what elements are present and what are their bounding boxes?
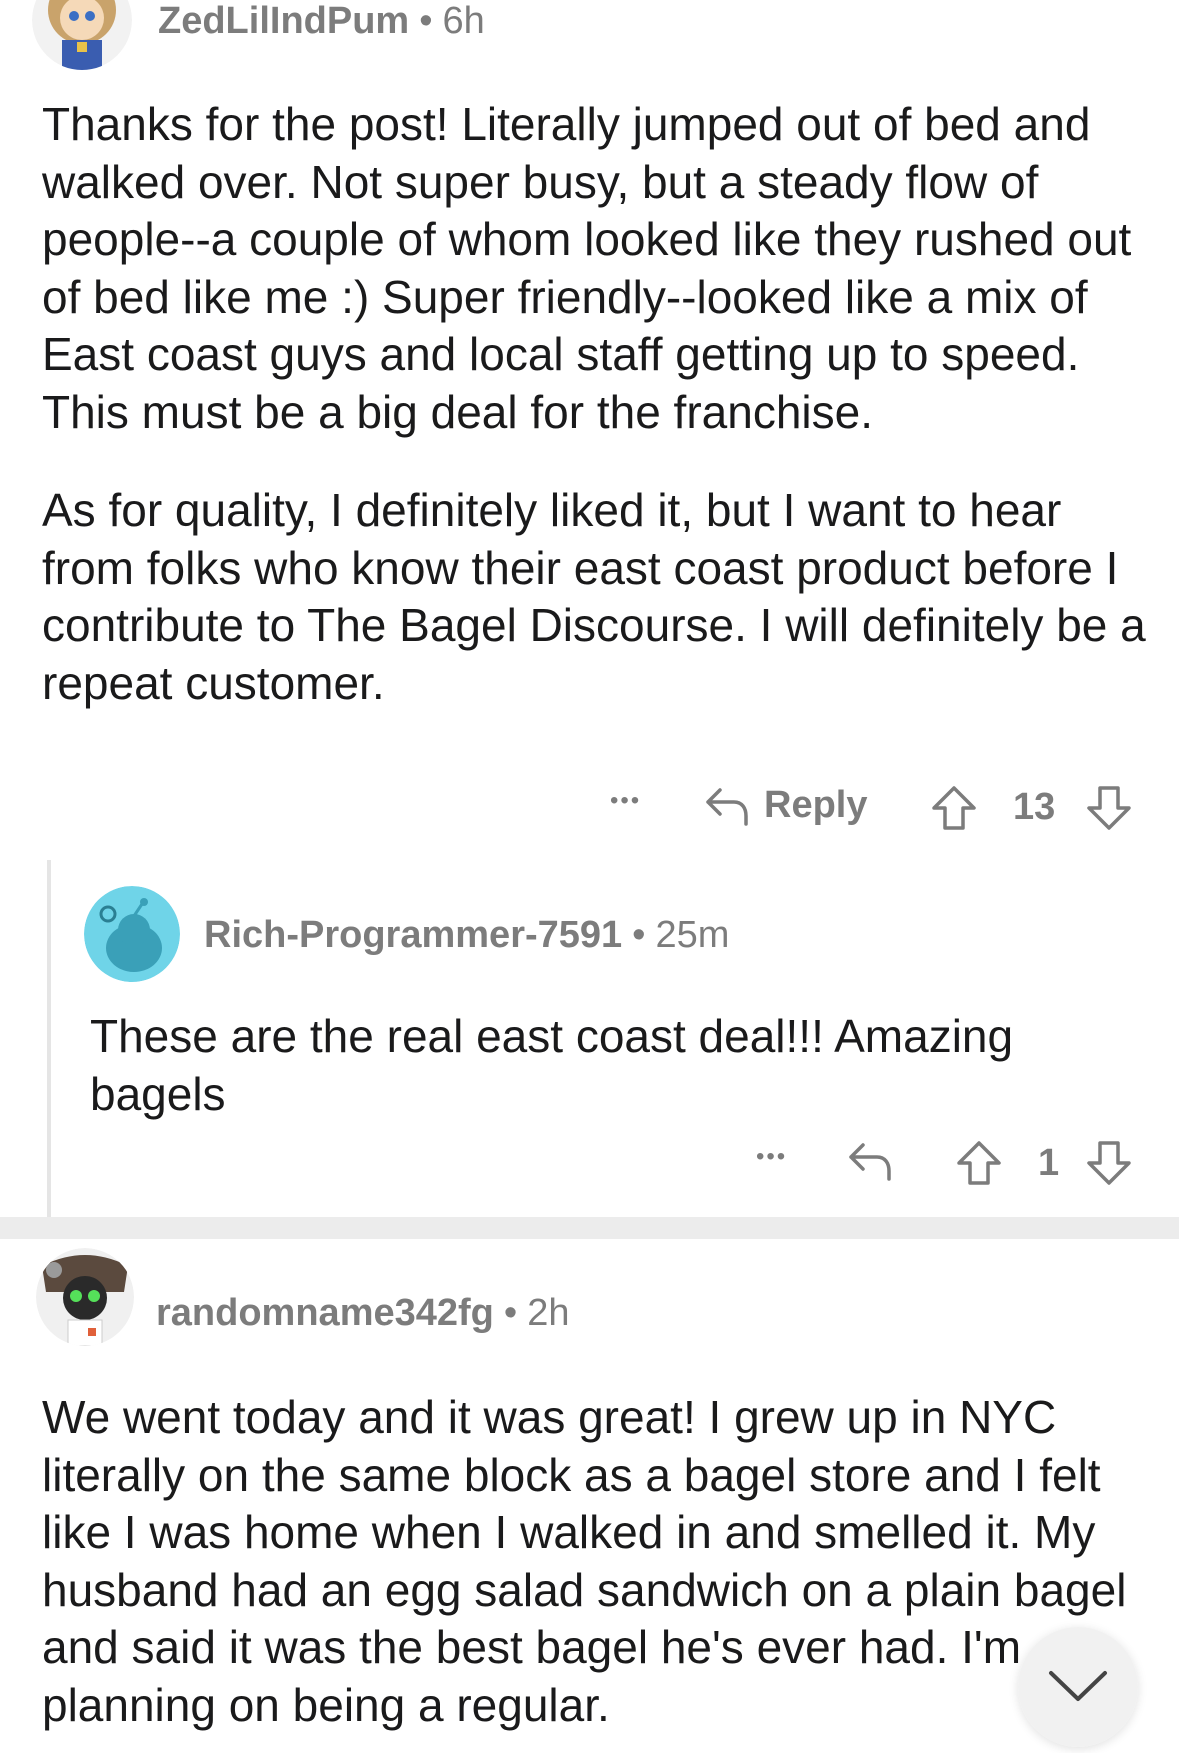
comment-paragraph: We went today and it was great! I grew u…: [42, 1391, 1127, 1731]
vote-score: 1: [1038, 1142, 1060, 1184]
vote-score: 13: [1013, 786, 1056, 828]
comment-username-line: ZedLilIndPum • 6h: [158, 0, 485, 43]
reply-text: These are the real east coast deal!!! Am…: [90, 1010, 1014, 1120]
comment-username-line: randomname342fg • 2h: [156, 1292, 569, 1335]
comment-age: 6h: [442, 0, 485, 42]
reply-body: These are the real east coast deal!!! Am…: [90, 1008, 1150, 1123]
avatar[interactable]: [32, 0, 132, 70]
reply-arrow-icon: [704, 786, 750, 826]
downvote-arrow-icon[interactable]: [1085, 784, 1133, 832]
reply-arrow-icon[interactable]: [847, 1141, 893, 1181]
comment-separator: [0, 1217, 1179, 1239]
avatar[interactable]: [84, 886, 180, 982]
avatar[interactable]: [36, 1248, 134, 1346]
reply-username-line: Rich-Programmer-7591 • 25m: [204, 914, 729, 957]
comment-paragraph: Thanks for the post! Literally jumped ou…: [42, 98, 1132, 438]
reply-age: 25m: [655, 914, 730, 956]
comment-username[interactable]: randomname342fg: [156, 1292, 494, 1334]
more-options-label: •••: [610, 787, 642, 814]
upvote-arrow-icon[interactable]: [930, 784, 978, 832]
comment-paragraph: As for quality, I definitely liked it, b…: [42, 484, 1146, 709]
scroll-down-button[interactable]: [1018, 1627, 1138, 1747]
reply-label: Reply: [764, 784, 868, 826]
reply-button[interactable]: Reply: [704, 784, 867, 827]
comment-username[interactable]: ZedLilIndPum: [158, 0, 409, 42]
more-options-label: •••: [756, 1143, 788, 1170]
reply-username[interactable]: Rich-Programmer-7591: [204, 914, 622, 956]
more-options-button[interactable]: •••: [610, 787, 641, 815]
more-options-button[interactable]: •••: [756, 1143, 787, 1171]
comment-body: Thanks for the post! Literally jumped ou…: [42, 96, 1157, 753]
comment-body: We went today and it was great! I grew u…: [42, 1389, 1152, 1734]
upvote-arrow-icon[interactable]: [955, 1139, 1003, 1187]
meta-dot: •: [503, 1292, 518, 1334]
downvote-arrow-icon[interactable]: [1085, 1139, 1133, 1187]
meta-dot: •: [632, 914, 646, 956]
chevron-down-icon: [1047, 1667, 1109, 1707]
thread-line[interactable]: [47, 860, 51, 1217]
meta-dot: •: [419, 0, 433, 42]
comment-age: 2h: [527, 1292, 570, 1334]
